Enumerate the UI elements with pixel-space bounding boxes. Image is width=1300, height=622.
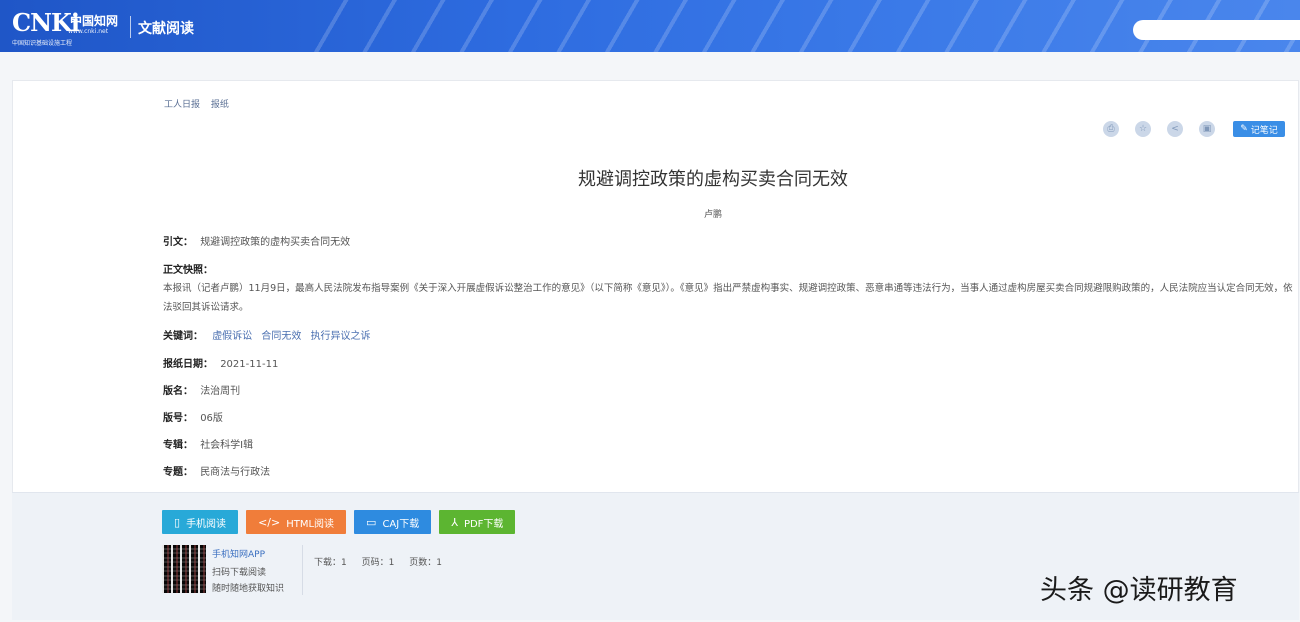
topic-row: 专题： 民商法与行政法 xyxy=(163,463,270,478)
breadcrumb: 工人日报 报纸 xyxy=(164,97,237,110)
site-name: 文献阅读 xyxy=(138,21,194,37)
book-icon: ▭ xyxy=(366,515,377,529)
print-icon[interactable]: ⎙ xyxy=(1103,121,1119,137)
section-row: 版名： 法治周刊 xyxy=(163,382,240,397)
date-value: 2021-11-11 xyxy=(220,359,279,370)
keywords-row: 关键词： 虚假诉讼 合同无效 执行异议之诉 xyxy=(163,327,371,342)
qr-divider xyxy=(302,545,303,595)
topic-label: 专题： xyxy=(163,467,193,478)
note-icon[interactable]: ▣ xyxy=(1199,121,1215,137)
logo-sub-text: www.cnki.net xyxy=(68,28,109,35)
series-row: 专辑： 社会科学Ⅰ辑 xyxy=(163,436,253,451)
pdf-download-button[interactable]: ⅄ PDF下载 xyxy=(439,510,516,534)
breadcrumb-item-type[interactable]: 报纸 xyxy=(211,100,229,110)
abstract-label-row: 正文快照： xyxy=(163,261,213,276)
caj-download-label: CAJ下载 xyxy=(382,518,420,530)
watermark-text: 头条 @读研教育 xyxy=(1040,575,1238,606)
app-link[interactable]: 手机知网APP xyxy=(212,547,265,560)
date-row: 报纸日期： 2021-11-11 xyxy=(163,355,278,370)
abstract-text: 本报讯（记者卢鹏）11月9日，最高人民法院发布指导案例《关于深入开展虚假诉讼整治… xyxy=(163,283,1293,313)
page-row: 版号： 06版 xyxy=(163,409,223,424)
code-icon: </> xyxy=(258,515,281,529)
section-value: 法治周刊 xyxy=(200,386,241,397)
logo-tagline: 中国知识基础设施工程 xyxy=(12,40,73,47)
pencil-icon: ✎ xyxy=(1240,124,1248,134)
qr-caption-line: 扫码下载阅读 xyxy=(212,568,267,578)
cnki-logo[interactable]: CNKi 中国知网 www.cnki.net 中国知识基础设施工程 xyxy=(12,8,118,47)
date-label: 报纸日期： xyxy=(163,359,213,370)
top-navigation-bar: CNKi 中国知网 www.cnki.net 中国知识基础设施工程 文献阅读 xyxy=(0,0,1300,52)
phone-icon: ▯ xyxy=(174,515,181,529)
download-buttons: ▯ 手机阅读 </> HTML阅读 ▭ CAJ下载 ⅄ PDF下载 xyxy=(162,510,523,534)
pdf-download-label: PDF下载 xyxy=(463,518,504,530)
pdf-icon: ⅄ xyxy=(451,515,458,529)
article-stats: 下载：1 页码：1 页数：1 xyxy=(314,555,454,568)
keyword-link[interactable]: 合同无效 xyxy=(261,331,301,342)
page-number: 页码：1 xyxy=(361,558,395,568)
search-input[interactable] xyxy=(1133,20,1300,40)
keyword-link[interactable]: 虚假诉讼 xyxy=(212,331,252,342)
take-notes-button[interactable]: ✎ 记笔记 xyxy=(1233,121,1285,137)
html-read-button[interactable]: </> HTML阅读 xyxy=(246,510,347,534)
article-toolbar: ⎙ ☆ < ▣ ✎ 记笔记 xyxy=(1103,121,1285,137)
html-read-label: HTML阅读 xyxy=(286,518,335,530)
page-value: 06版 xyxy=(200,413,223,424)
take-notes-label: 记笔记 xyxy=(1250,125,1278,136)
page-count: 页数：1 xyxy=(409,558,442,568)
share-icon[interactable]: < xyxy=(1167,121,1183,137)
mobile-read-button[interactable]: ▯ 手机阅读 xyxy=(162,510,239,534)
article-title: 规避调控政策的虚构买卖合同无效 xyxy=(578,169,848,190)
logo-brand-text: 中国知网 xyxy=(70,14,119,28)
article-author[interactable]: 卢鹏 xyxy=(13,207,1300,220)
abstract-label: 正文快照： xyxy=(163,265,213,276)
page-label: 版号： xyxy=(163,413,193,424)
breadcrumb-item-newspaper[interactable]: 工人日报 xyxy=(164,100,200,110)
section-label: 版名： xyxy=(163,386,193,397)
topic-value: 民商法与行政法 xyxy=(200,467,271,478)
download-count: 下载：1 xyxy=(314,558,347,568)
citation-row: 引文： 规避调控政策的虚构买卖合同无效 xyxy=(163,233,350,248)
mobile-read-label: 手机阅读 xyxy=(186,518,227,530)
series-value: 社会科学Ⅰ辑 xyxy=(200,440,254,451)
series-label: 专辑： xyxy=(163,440,193,451)
keywords-label: 关键词： xyxy=(163,331,203,342)
caj-download-button[interactable]: ▭ CAJ下载 xyxy=(354,510,432,534)
keyword-link[interactable]: 执行异议之诉 xyxy=(311,331,371,342)
citation-value: 规避调控政策的虚构买卖合同无效 xyxy=(200,237,351,248)
header-divider xyxy=(130,16,131,38)
favorite-icon[interactable]: ☆ xyxy=(1135,121,1151,137)
qr-code xyxy=(162,545,206,593)
qr-caption-line: 随时随地获取知识 xyxy=(212,584,285,594)
citation-label: 引文： xyxy=(163,237,193,248)
